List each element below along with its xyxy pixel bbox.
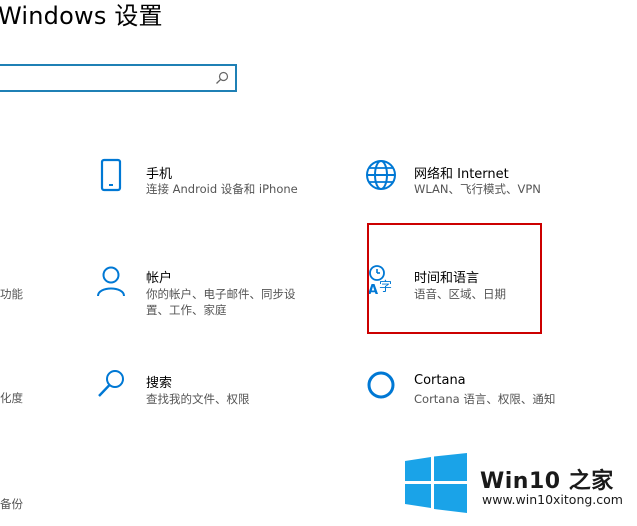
tile-search[interactable]: 搜索 查找我的文件、权限 xyxy=(96,369,316,414)
left-edge-text: 备份 xyxy=(0,497,23,511)
search-icon xyxy=(216,71,229,84)
watermark-url: www.win10xitong.com xyxy=(482,492,623,507)
tile-cortana[interactable]: Cortana Cortana 语言、权限、通知 xyxy=(366,369,586,414)
tile-phone-name: 手机 xyxy=(146,167,173,182)
tile-accounts-desc: 你的帐户、电子邮件、同步设置、工作、家庭 xyxy=(146,287,296,317)
page-title: Windows 设置 xyxy=(0,2,163,30)
watermark-brand: Win10 之家 xyxy=(480,469,614,494)
tile-cortana-desc: Cortana 语言、权限、通知 xyxy=(414,392,556,406)
tile-network[interactable]: 网络和 Internet WLAN、飞行模式、VPN xyxy=(366,158,586,203)
person-icon xyxy=(97,266,125,297)
tile-phone[interactable]: 手机 连接 Android 设备和 iPhone xyxy=(98,158,318,203)
tile-accounts[interactable]: 帐户 你的帐户、电子邮件、同步设置、工作、家庭 xyxy=(96,265,326,320)
globe-icon xyxy=(366,160,396,190)
cortana-icon xyxy=(367,371,395,399)
tile-accounts-name: 帐户 xyxy=(146,271,173,286)
windows-logo-icon xyxy=(405,453,467,513)
tile-network-name: 网络和 Internet xyxy=(414,167,509,182)
tile-phone-desc: 连接 Android 设备和 iPhone xyxy=(146,182,298,196)
tile-search-name: 搜索 xyxy=(146,376,173,391)
tile-search-desc: 查找我的文件、权限 xyxy=(146,392,250,406)
tile-cortana-name: Cortana xyxy=(414,373,466,388)
left-edge-text: 功能 xyxy=(0,287,23,301)
highlight-box xyxy=(367,223,542,334)
tile-network-desc: WLAN、飞行模式、VPN xyxy=(414,182,541,196)
magnifier-icon xyxy=(98,370,124,397)
phone-icon xyxy=(100,158,122,192)
search-input[interactable] xyxy=(0,64,237,92)
left-edge-text: 化度 xyxy=(0,391,23,405)
